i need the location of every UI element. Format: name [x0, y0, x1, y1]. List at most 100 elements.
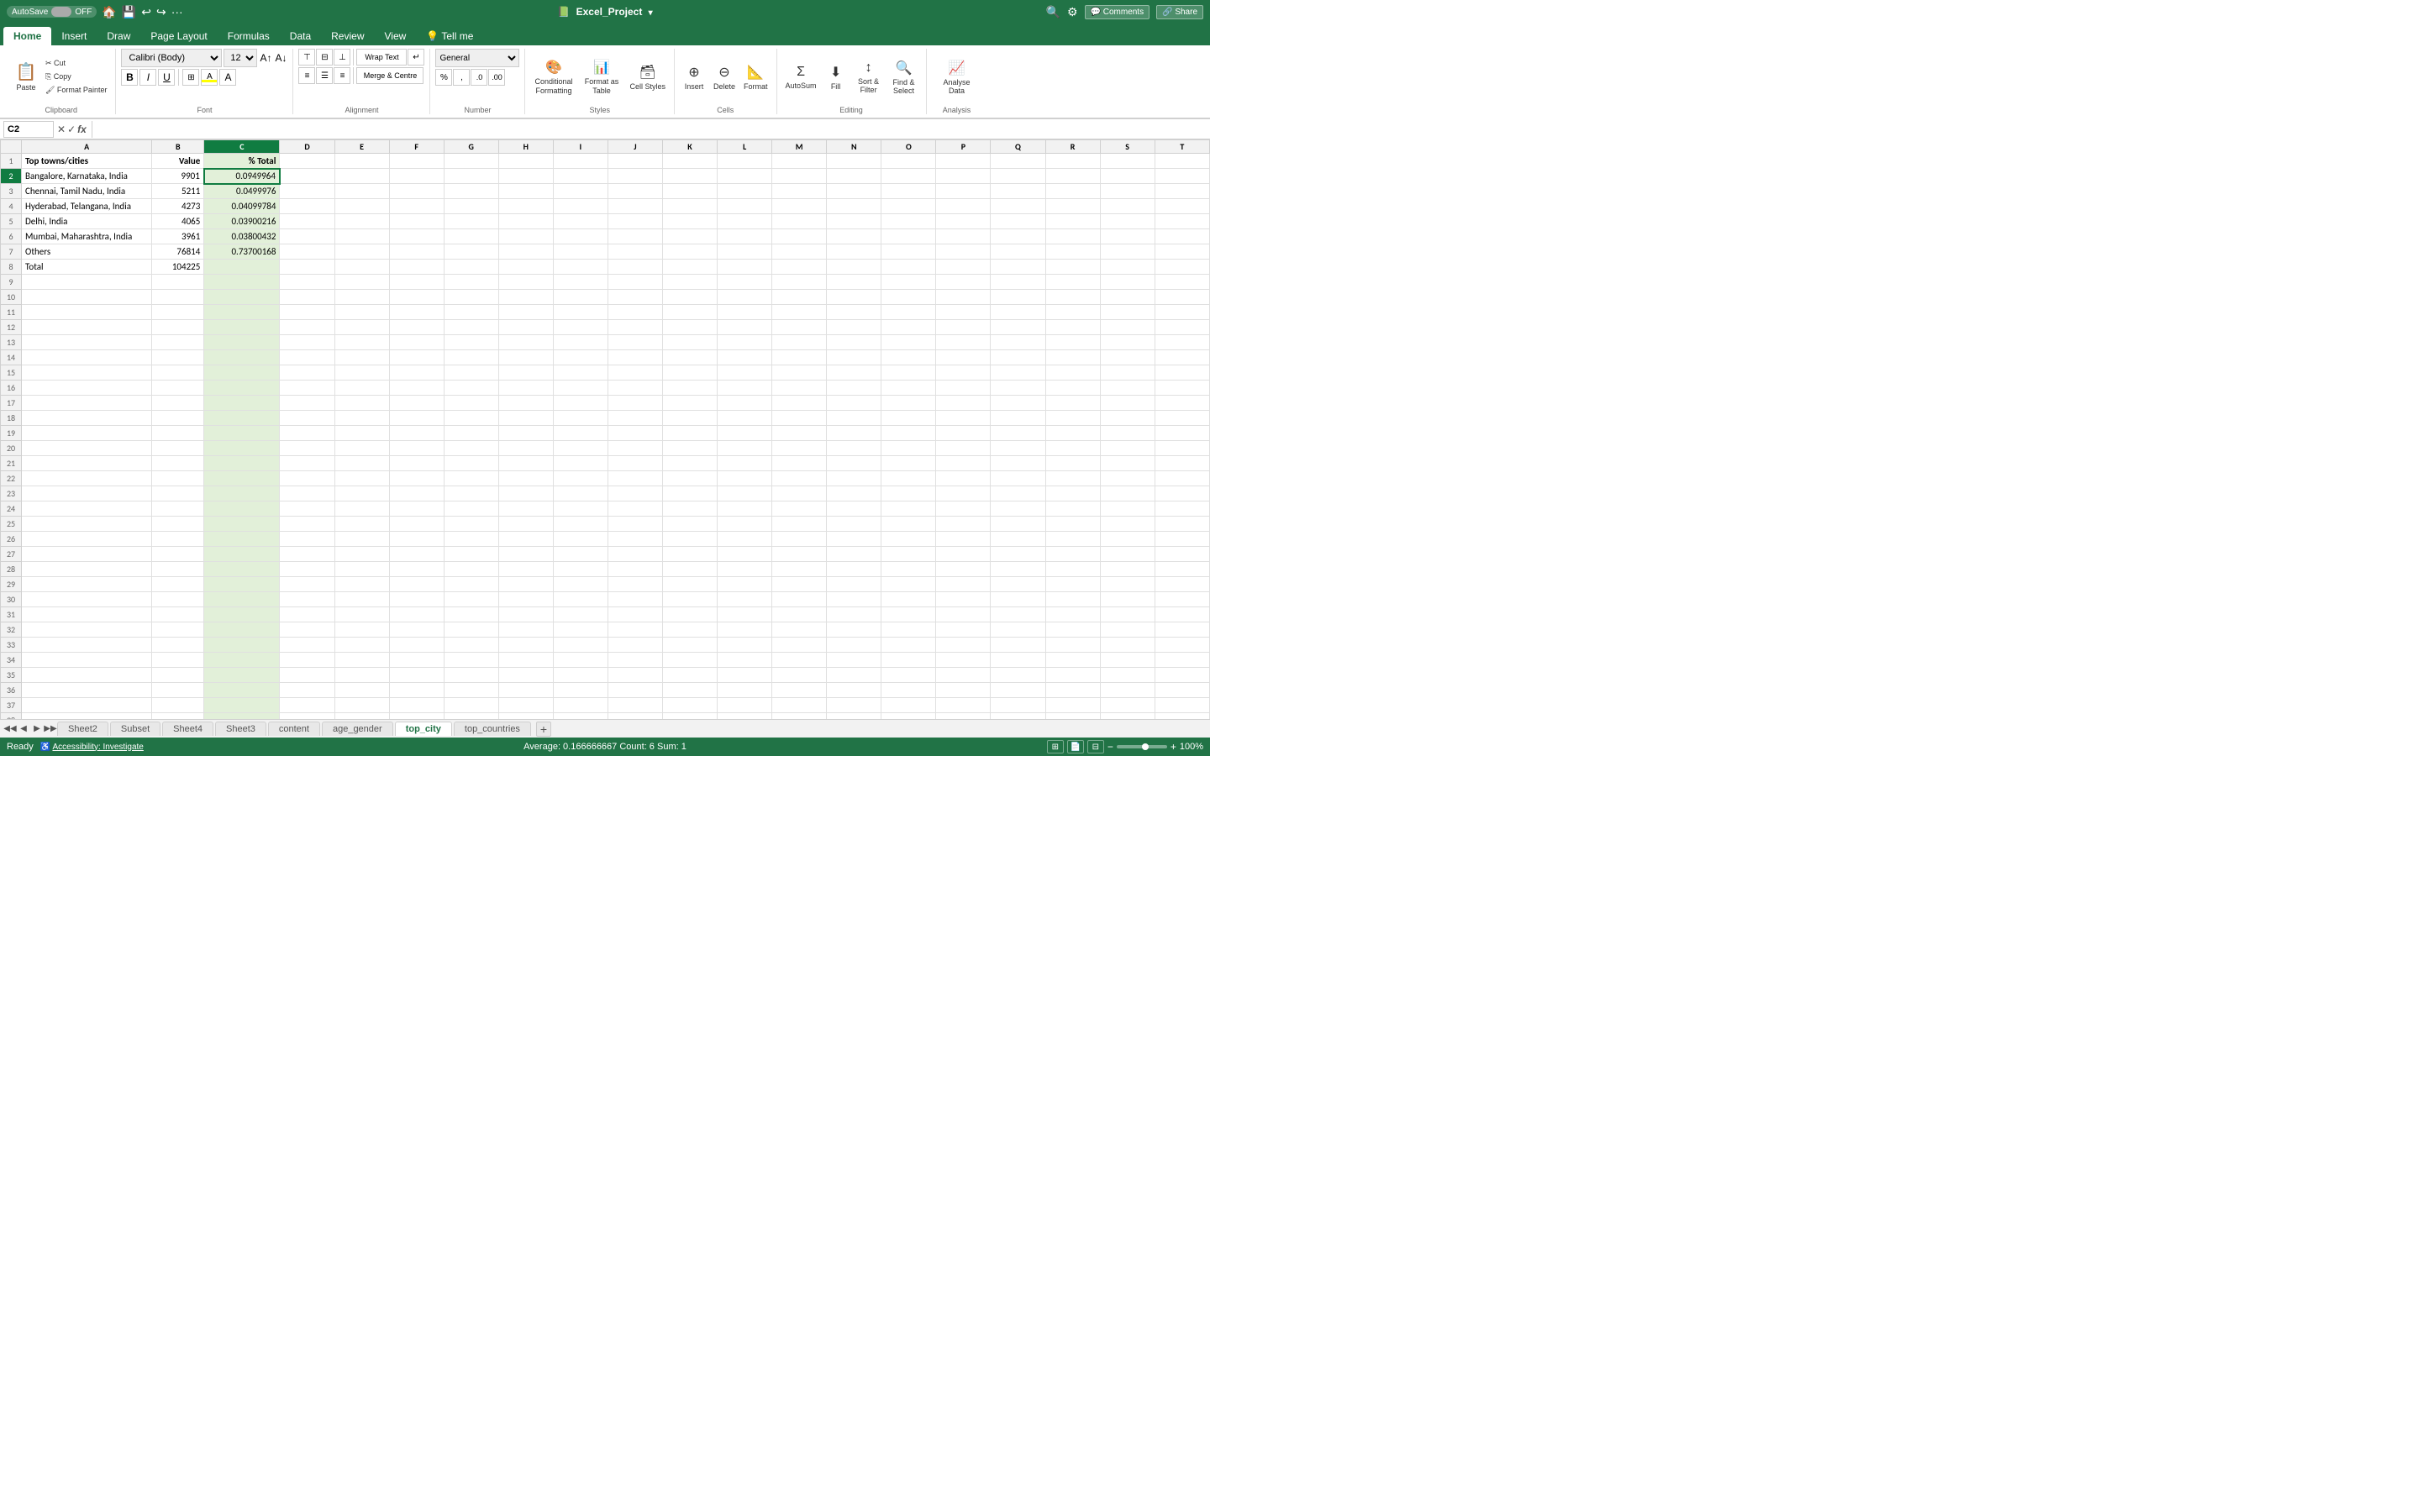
col-header-F[interactable]: F [389, 140, 444, 154]
cell[interactable] [498, 154, 553, 169]
cell[interactable] [991, 275, 1045, 290]
cell[interactable] [389, 638, 444, 653]
cell[interactable] [1100, 653, 1155, 668]
cell[interactable] [389, 381, 444, 396]
cell[interactable] [498, 698, 553, 713]
cell[interactable] [334, 501, 389, 517]
row-number[interactable]: 9 [1, 275, 22, 290]
cell[interactable] [1155, 577, 1209, 592]
cell[interactable] [936, 592, 991, 607]
cell[interactable] [1155, 275, 1209, 290]
cell[interactable] [553, 592, 608, 607]
font-grow-button[interactable]: A↑ [259, 51, 272, 65]
cell[interactable] [608, 184, 662, 199]
cell[interactable] [936, 653, 991, 668]
cell[interactable] [334, 441, 389, 456]
cell[interactable]: 0.03800432 [204, 229, 280, 244]
cell[interactable] [204, 411, 280, 426]
cell[interactable] [936, 229, 991, 244]
row-number[interactable]: 34 [1, 653, 22, 668]
cell[interactable] [280, 562, 334, 577]
cell[interactable] [662, 532, 717, 547]
cell[interactable] [881, 350, 936, 365]
cell[interactable] [881, 184, 936, 199]
cell[interactable] [280, 592, 334, 607]
cell[interactable] [1155, 501, 1209, 517]
cell[interactable] [662, 517, 717, 532]
row-number[interactable]: 2 [1, 169, 22, 184]
row-number[interactable]: 31 [1, 607, 22, 622]
cell[interactable] [662, 396, 717, 411]
cell[interactable] [1045, 592, 1100, 607]
cell[interactable] [662, 713, 717, 720]
sheet-nav-right-right[interactable]: ▶▶ [44, 722, 57, 736]
cell[interactable] [334, 396, 389, 411]
cell[interactable] [991, 320, 1045, 335]
cell[interactable] [881, 638, 936, 653]
cell[interactable] [334, 622, 389, 638]
cell[interactable] [389, 622, 444, 638]
cell[interactable] [936, 607, 991, 622]
cell[interactable] [772, 547, 827, 562]
insert-button[interactable]: ⊕ Insert [680, 61, 708, 92]
cell[interactable] [204, 713, 280, 720]
undo-icon[interactable]: ↩ [141, 5, 151, 19]
cell[interactable] [991, 638, 1045, 653]
cell[interactable] [718, 683, 772, 698]
cell[interactable] [444, 713, 498, 720]
cell[interactable] [936, 577, 991, 592]
cell[interactable] [608, 668, 662, 683]
cell[interactable] [662, 290, 717, 305]
cell[interactable] [881, 154, 936, 169]
cell[interactable] [1100, 501, 1155, 517]
cell[interactable] [662, 350, 717, 365]
cell[interactable] [204, 381, 280, 396]
cell[interactable] [553, 411, 608, 426]
cell[interactable]: Hyderabad, Telangana, India [22, 199, 152, 214]
cell[interactable] [1100, 698, 1155, 713]
align-left-button[interactable]: ≡ [298, 67, 315, 84]
col-header-C[interactable]: C [204, 140, 280, 154]
cell[interactable] [1045, 471, 1100, 486]
cell[interactable] [881, 426, 936, 441]
cell[interactable] [152, 335, 204, 350]
cell[interactable] [608, 501, 662, 517]
col-header-M[interactable]: M [772, 140, 827, 154]
cell[interactable] [662, 668, 717, 683]
cell[interactable] [22, 698, 152, 713]
cell[interactable] [662, 577, 717, 592]
cell[interactable] [881, 244, 936, 260]
cell[interactable] [772, 411, 827, 426]
cell[interactable] [608, 577, 662, 592]
cell[interactable] [881, 335, 936, 350]
cell[interactable] [444, 365, 498, 381]
cell[interactable] [936, 683, 991, 698]
cell[interactable] [498, 320, 553, 335]
copy-button[interactable]: ⎘ Copy [42, 71, 110, 83]
cell[interactable] [444, 396, 498, 411]
cell[interactable] [22, 471, 152, 486]
cancel-formula-icon[interactable]: ✕ [57, 123, 66, 135]
cell[interactable] [718, 577, 772, 592]
cell[interactable] [608, 305, 662, 320]
cell[interactable] [22, 335, 152, 350]
cell[interactable] [936, 441, 991, 456]
font-name-select[interactable]: Calibri (Body) [121, 49, 222, 67]
cell[interactable] [608, 350, 662, 365]
cell[interactable] [827, 350, 881, 365]
add-sheet-button[interactable]: + [536, 722, 551, 737]
cell[interactable] [334, 199, 389, 214]
cell[interactable] [22, 547, 152, 562]
cut-button[interactable]: ✂ Cut [42, 57, 110, 70]
cell[interactable] [1045, 381, 1100, 396]
cell[interactable] [389, 547, 444, 562]
cell[interactable] [152, 638, 204, 653]
cell[interactable] [280, 547, 334, 562]
row-number[interactable]: 36 [1, 683, 22, 698]
col-header-S[interactable]: S [1100, 140, 1155, 154]
cell[interactable] [204, 290, 280, 305]
cell[interactable] [991, 229, 1045, 244]
cell[interactable] [498, 501, 553, 517]
cell[interactable] [772, 638, 827, 653]
cell[interactable] [718, 607, 772, 622]
